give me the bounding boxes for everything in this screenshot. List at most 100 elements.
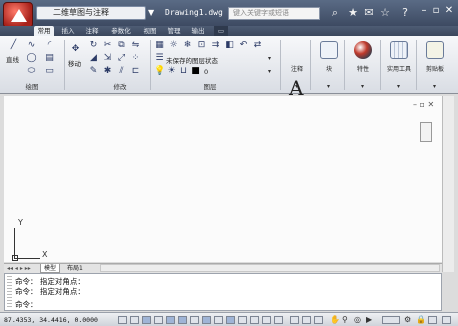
ortho-mode-toggle[interactable]	[154, 316, 163, 324]
model-space-button[interactable]	[290, 316, 299, 324]
annotation-button-label[interactable]: 注释	[280, 64, 314, 73]
layer-properties-icon[interactable]: ▦	[154, 40, 165, 51]
steering-wheel-icon[interactable]: ◎	[354, 315, 361, 324]
clipboard-expand-icon[interactable]: ▾	[433, 83, 436, 90]
viewport-restore-icon[interactable]: ▫	[420, 100, 425, 109]
lock-ui-icon[interactable]: 🔒	[416, 315, 426, 324]
array-icon[interactable]: ⁘	[130, 53, 141, 64]
zoom-icon[interactable]: ⚲	[342, 315, 348, 324]
mirror-icon[interactable]: ⇋	[130, 40, 141, 51]
annotation-scale-button[interactable]	[382, 316, 400, 324]
workspace-selector[interactable]: 二维草图与注释	[36, 6, 146, 20]
tab-layout1[interactable]: 布局1	[64, 264, 86, 273]
tab-home[interactable]: 常用	[34, 26, 54, 36]
utilities-measure-icon[interactable]	[390, 41, 408, 59]
coordinate-readout[interactable]: 87.4353, 34.4416, 0.0000	[4, 316, 98, 324]
explode-icon[interactable]: ✱	[102, 66, 113, 77]
current-layer-dropdown[interactable]: 0	[204, 68, 208, 76]
rectangle-icon[interactable]: ▭	[44, 66, 55, 77]
ribbon-minimize-toggle[interactable]: ▭	[214, 26, 228, 36]
quick-view-layouts-button[interactable]	[302, 316, 311, 324]
command-prompt[interactable]: 命令：	[15, 299, 38, 310]
rotate-icon[interactable]: ↻	[88, 40, 99, 51]
tab-insert[interactable]: 插入	[58, 26, 78, 36]
favorites-icon[interactable]: ☆	[378, 6, 392, 20]
layer-state-dropdown-icon[interactable]: ▾	[268, 55, 271, 62]
circle-icon[interactable]: ◯	[26, 53, 37, 64]
clipboard-paste-icon[interactable]	[426, 41, 444, 59]
viewcube-icon[interactable]	[420, 122, 432, 142]
subscription-icon[interactable]: ★	[346, 6, 360, 20]
quick-properties-toggle[interactable]	[262, 316, 271, 324]
lineweight-toggle[interactable]	[238, 316, 247, 324]
tab-parametric[interactable]: 参数化	[108, 26, 134, 36]
polyline-icon[interactable]: ∿	[26, 40, 37, 51]
properties-expand-icon[interactable]: ▾	[361, 83, 364, 90]
object-snap-tracking-toggle[interactable]	[202, 316, 211, 324]
panel-draw-label[interactable]: 绘图	[2, 82, 62, 92]
annotation-expand-icon[interactable]: ▾	[295, 83, 298, 90]
trim-icon[interactable]: ✂	[102, 40, 113, 51]
object-snap-toggle[interactable]	[178, 316, 187, 324]
restore-icon[interactable]: ▫	[430, 5, 442, 17]
layer-match-icon[interactable]: ⇉	[210, 40, 221, 51]
viewport-controls[interactable]: – ▫ ✕	[413, 100, 443, 112]
infer-constraints-toggle[interactable]	[118, 316, 127, 324]
showmotion-icon[interactable]: ▶	[366, 315, 372, 324]
properties-button-label[interactable]: 特性	[346, 64, 380, 73]
fillet-icon[interactable]: ◢	[88, 53, 99, 64]
3d-object-snap-toggle[interactable]	[190, 316, 199, 324]
viewport-minimize-icon[interactable]: –	[413, 100, 417, 109]
layer-isolate-icon[interactable]: ◧	[224, 40, 235, 51]
tab-view[interactable]: 视图	[140, 26, 160, 36]
hatch-icon[interactable]: ▤	[44, 53, 55, 64]
arc-icon[interactable]: ◜	[44, 40, 55, 51]
current-layer-dropdown-icon[interactable]: ▾	[268, 68, 271, 75]
layer-state-dropdown[interactable]: 未保存的图层状态	[166, 55, 218, 65]
utilities-expand-icon[interactable]: ▾	[397, 83, 400, 90]
horizontal-scrollbar[interactable]	[100, 264, 440, 272]
panel-modify-label[interactable]: 修改	[90, 82, 150, 92]
viewport-close-icon[interactable]: ✕	[428, 100, 435, 109]
pan-icon[interactable]: ✋	[330, 315, 340, 324]
transparency-toggle[interactable]	[250, 316, 259, 324]
layer-previous-icon[interactable]: ↶	[238, 40, 249, 51]
dynamic-input-toggle[interactable]	[226, 316, 235, 324]
layout-nav-arrows[interactable]: ◂◂ ◂ ▸ ▸▸	[4, 264, 34, 273]
tab-annotate[interactable]: 注释	[82, 26, 102, 36]
snap-mode-toggle[interactable]	[130, 316, 139, 324]
drawing-canvas[interactable]	[4, 96, 442, 262]
command-window[interactable]: 命令： 指定对角点： 命令： 指定对角点： 命令：	[4, 273, 442, 311]
selection-cycling-toggle[interactable]	[274, 316, 283, 324]
block-expand-icon[interactable]: ▾	[327, 83, 330, 90]
clipboard-button-label[interactable]: 剪贴板	[418, 64, 452, 73]
dynamic-ucs-toggle[interactable]	[214, 316, 223, 324]
move-tool-icon[interactable]: ✥	[70, 44, 81, 55]
tab-manage[interactable]: 管理	[164, 26, 184, 36]
join-icon[interactable]: ⊏	[130, 66, 141, 77]
vertical-scrollbar[interactable]	[442, 96, 454, 272]
minimize-icon[interactable]: –	[418, 5, 430, 17]
binoculars-icon[interactable]: ⌕	[328, 6, 342, 20]
tab-model[interactable]: 模型	[40, 264, 61, 273]
layer-freeze-icon[interactable]: ❄	[182, 40, 193, 51]
layer-lock-icon[interactable]: ⊡	[196, 40, 207, 51]
search-input[interactable]: 键入关键字或短语	[228, 7, 320, 20]
quick-view-drawings-button[interactable]	[314, 316, 323, 324]
scale-icon[interactable]: ⤢	[116, 53, 127, 64]
workspace-switching-icon[interactable]: ⚙	[404, 315, 411, 324]
tab-output[interactable]: 输出	[188, 26, 208, 36]
line-tool-icon[interactable]: ╱	[8, 40, 19, 51]
utilities-button-label[interactable]: 实用工具	[382, 64, 416, 73]
layer-on-icon[interactable]: ☼	[168, 40, 179, 51]
stretch-icon[interactable]: ⇲	[102, 53, 113, 64]
insert-block-icon[interactable]	[320, 41, 338, 59]
layer-walk-icon[interactable]: ⇄	[252, 40, 263, 51]
offset-icon[interactable]: ⫽	[116, 66, 127, 77]
clean-screen-button[interactable]	[442, 316, 451, 324]
close-icon[interactable]: ✕	[443, 5, 455, 17]
ellipse-icon[interactable]: ⬭	[26, 66, 37, 77]
grid-display-toggle[interactable]	[142, 316, 151, 324]
erase-icon[interactable]: ✎	[88, 66, 99, 77]
properties-sphere-icon[interactable]	[354, 41, 372, 59]
